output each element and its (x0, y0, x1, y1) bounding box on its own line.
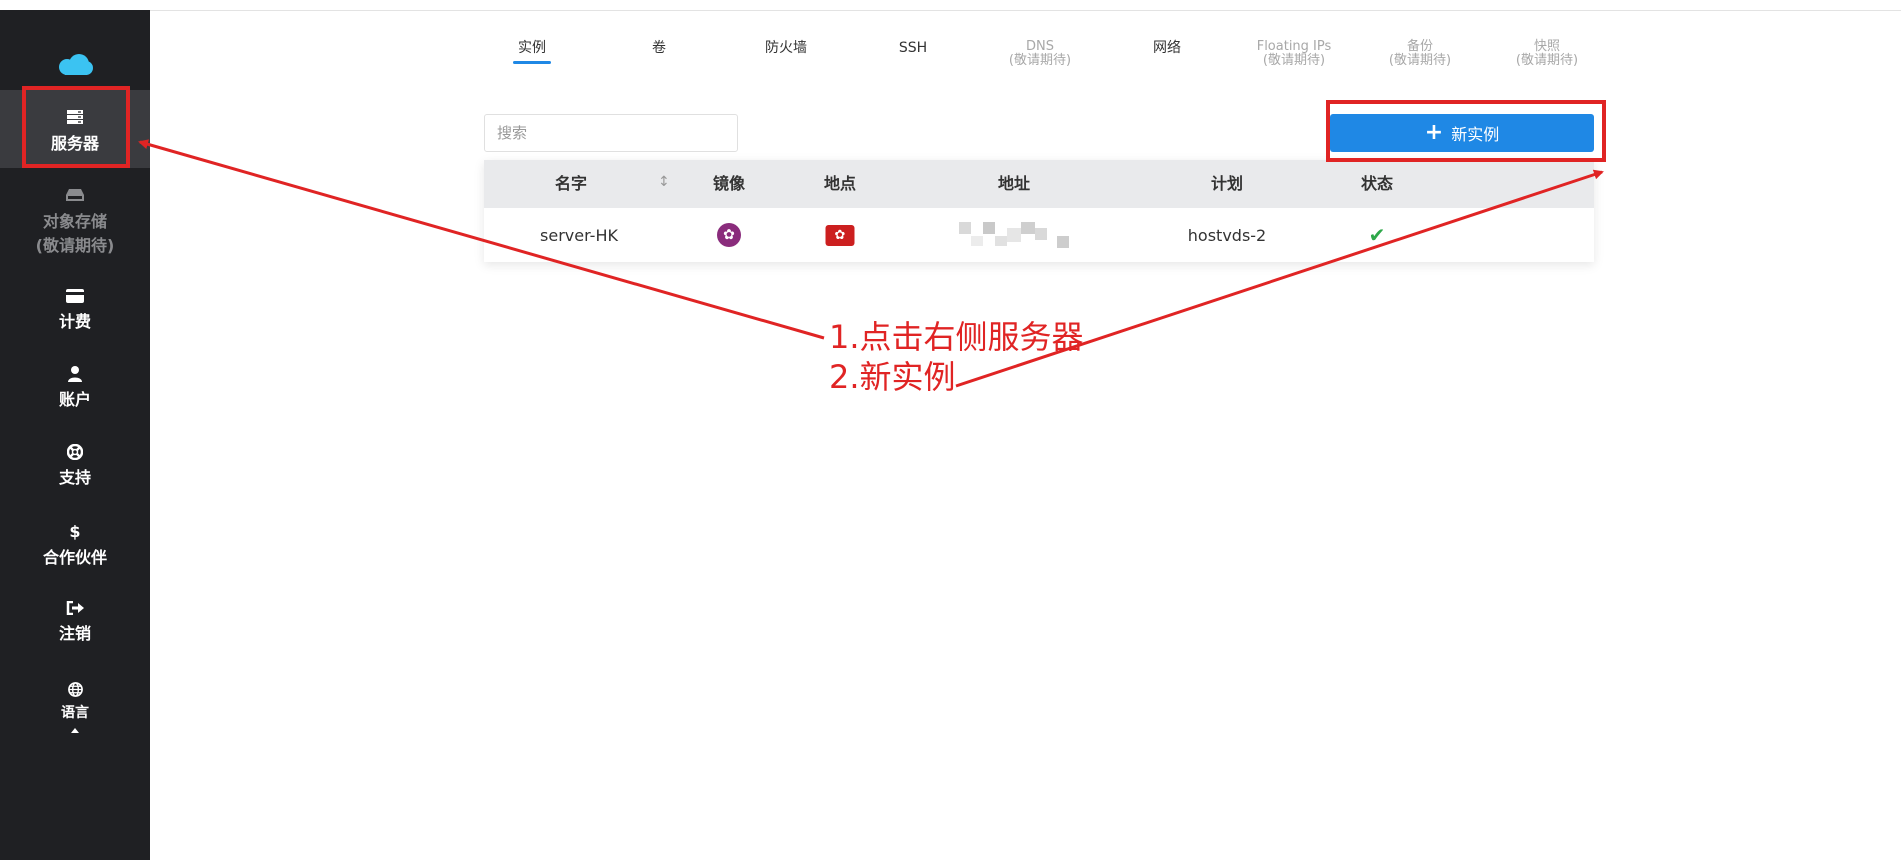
os-logo-icon: ✿ (717, 223, 741, 247)
annotation-highlight-new-instance (1326, 100, 1606, 162)
address-cell (959, 208, 1069, 262)
sidebar-item-logout[interactable]: 注销 (0, 600, 150, 644)
sidebar-item-label: 账户 (58, 390, 91, 409)
tab-label: 卷 (652, 40, 666, 56)
column-header-address: 地址 (997, 174, 1031, 193)
column-header-image: 镜像 (712, 174, 746, 193)
tab-snapshots[interactable]: 快照 (敬请期待) (1516, 40, 1578, 68)
top-divider (150, 10, 1901, 11)
tab-label: 备份 (1406, 39, 1433, 54)
sidebar-item-support[interactable]: 支持 (0, 444, 150, 488)
column-header-name[interactable]: 名字 (555, 160, 587, 208)
redacted-address (959, 220, 1069, 250)
status-cell: ✔ (1369, 208, 1386, 262)
caret-up-icon (71, 728, 79, 733)
tab-sublabel: (敬请期待) (1008, 53, 1072, 68)
sidebar-item-partners[interactable]: $ 合作伙伴 (0, 521, 150, 568)
sidebar-item-account[interactable]: 账户 (0, 366, 150, 410)
tab-label: 网络 (1153, 40, 1181, 56)
dollar-icon: $ (69, 521, 81, 541)
sidebar-item-label: 语言 (61, 705, 89, 721)
tab-label: SSH (898, 40, 928, 56)
search-input[interactable] (484, 114, 738, 152)
sidebar-item-label: 支持 (58, 468, 91, 487)
image-cell: ✿ (717, 208, 741, 262)
annotation-step-2: 2.新实例 (829, 358, 956, 396)
tab-sublabel: (敬请期待) (1388, 53, 1452, 68)
column-header-status: 状态 (1360, 174, 1394, 193)
sidebar-item-label: 对象存储 (42, 212, 107, 231)
globe-icon (67, 680, 83, 698)
tab-ssh[interactable]: SSH (899, 40, 927, 56)
tab-instances[interactable]: 实例 (513, 40, 551, 64)
sidebar-item-label: 合作伙伴 (42, 548, 107, 567)
tab-firewall[interactable]: 防火墙 (765, 40, 807, 56)
annotation-arrows (138, 139, 1604, 388)
tab-floating-ips[interactable]: Floating IPs (敬请期待) (1257, 40, 1332, 68)
column-header-plan: 计划 (1210, 174, 1244, 193)
sort-icon[interactable]: ↕ (658, 174, 670, 190)
tab-network[interactable]: 网络 (1153, 40, 1181, 56)
table-header: 名字 ↕ 镜像 地点 地址 计划 状态 (484, 160, 1594, 208)
annotation-highlight-servers (22, 86, 130, 168)
location-cell: ✿ (825, 208, 855, 262)
server-name[interactable]: server-HK (540, 208, 618, 262)
tab-label: 快照 (1533, 39, 1560, 54)
tab-label: DNS (1026, 39, 1054, 54)
tab-active-underline (513, 61, 551, 64)
tab-label: 防火墙 (765, 40, 807, 56)
tab-volumes[interactable]: 卷 (652, 40, 666, 56)
tab-sublabel: (敬请期待) (1515, 53, 1579, 68)
sidebar-item-language[interactable]: 语言 (0, 680, 150, 740)
sidebar-item-sublabel: (敬请期待) (35, 236, 115, 255)
column-header-location: 地点 (823, 174, 857, 193)
user-icon (68, 366, 82, 382)
plan-cell: hostvds-2 (1187, 225, 1267, 245)
sign-out-icon (66, 600, 84, 616)
table-row[interactable]: server-HK ✿ ✿ hostvds-2 ✔ (484, 208, 1594, 262)
annotation-step-1: 1.点击右侧服务器 (829, 318, 1084, 356)
tab-dns[interactable]: DNS (敬请期待) (1009, 40, 1071, 68)
hong-kong-flag-icon: ✿ (825, 224, 855, 246)
tab-bar: 实例 卷 防火墙 SSH DNS (敬请期待) 网络 Floating IPs … (0, 40, 1901, 80)
sidebar-item-object-storage[interactable]: 对象存储 (敬请期待) (0, 186, 150, 256)
lifebuoy-icon (67, 444, 83, 460)
tab-backups[interactable]: 备份 (敬请期待) (1389, 40, 1451, 68)
sidebar-item-label: 注销 (58, 624, 91, 643)
tab-label: 实例 (518, 40, 546, 56)
tab-sublabel: (敬请期待) (1262, 53, 1326, 68)
storage-icon (66, 186, 84, 204)
sidebar-item-label: 计费 (58, 312, 91, 331)
instances-table: 名字 ↕ 镜像 地点 地址 计划 状态 server-HK ✿ ✿ hostvd… (484, 160, 1594, 262)
tab-label: Floating IPs (1256, 39, 1332, 54)
check-icon: ✔ (1368, 223, 1386, 247)
sidebar-item-billing[interactable]: 计费 (0, 288, 150, 332)
credit-card-icon (66, 288, 84, 304)
